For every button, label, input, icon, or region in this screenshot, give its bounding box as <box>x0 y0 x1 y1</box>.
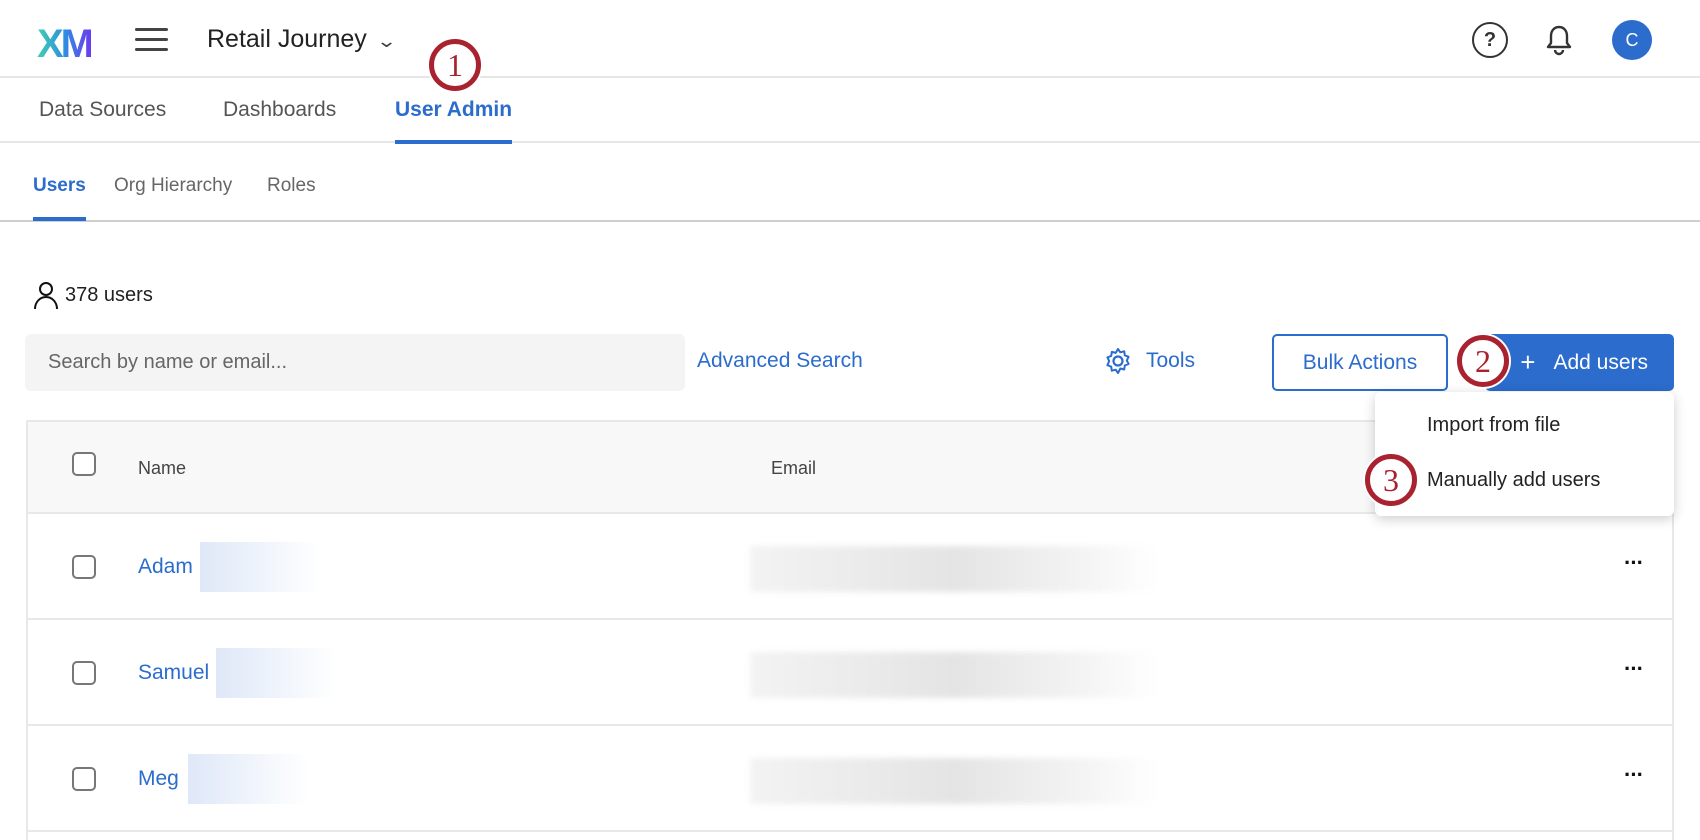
annotation-badge-1: 1 <box>429 39 481 91</box>
more-options-icon[interactable]: ··· <box>1624 656 1644 682</box>
more-options-icon[interactable]: ··· <box>1624 550 1644 576</box>
annotation-badge-2: 2 <box>1457 335 1509 387</box>
menu-item-manually-add-users[interactable]: Manually add users <box>1427 469 1600 492</box>
row-checkbox[interactable] <box>72 555 96 579</box>
main-tabs: Data Sources Dashboards User Admin <box>0 80 1700 144</box>
tab-user-admin[interactable]: User Admin <box>395 98 513 144</box>
top-bar: XM Retail Journey ⌄ ? C <box>0 0 1700 78</box>
avatar[interactable]: C <box>1612 20 1652 60</box>
select-all-checkbox[interactable] <box>72 452 96 476</box>
subtab-org-hierarchy[interactable]: Org Hierarchy <box>114 175 232 217</box>
user-count-text: 378 users <box>65 283 153 306</box>
column-name[interactable]: Name <box>138 458 186 479</box>
annotation-badge-3: 3 <box>1365 454 1417 506</box>
redacted-email <box>750 652 1160 698</box>
tools-button[interactable]: Tools <box>1104 347 1195 375</box>
row-checkbox[interactable] <box>72 661 96 685</box>
redacted-email <box>750 546 1160 592</box>
gear-icon <box>1106 348 1130 374</box>
redacted-email <box>750 758 1160 804</box>
tab-dashboards[interactable]: Dashboards <box>223 98 336 140</box>
tools-label: Tools <box>1146 349 1196 372</box>
plus-icon: + <box>1520 347 1536 377</box>
subtab-roles[interactable]: Roles <box>267 175 316 217</box>
user-name-link[interactable]: Meg <box>138 767 179 791</box>
bulk-actions-button[interactable]: Bulk Actions <box>1272 334 1448 391</box>
search-input[interactable] <box>25 334 685 391</box>
table-row: Samuel ··· <box>28 620 1672 726</box>
table-row: Meg ··· <box>28 726 1672 832</box>
row-checkbox[interactable] <box>72 767 96 791</box>
column-email[interactable]: Email <box>771 458 816 479</box>
user-name-link[interactable]: Adam <box>138 555 193 579</box>
tab-data-sources[interactable]: Data Sources <box>39 98 166 140</box>
project-selector[interactable]: Retail Journey ⌄ <box>207 25 397 54</box>
bell-icon[interactable] <box>1541 22 1577 58</box>
user-name-link[interactable]: Samuel <box>138 661 209 685</box>
add-users-label: Add users <box>1553 351 1648 374</box>
add-users-button[interactable]: + Add users <box>1485 334 1674 391</box>
xm-logo[interactable]: XM <box>37 22 94 67</box>
menu-item-import-from-file[interactable]: Import from file <box>1427 414 1560 437</box>
user-count: 378 users <box>33 280 153 310</box>
user-icon <box>34 282 58 310</box>
subtab-users[interactable]: Users <box>33 175 86 221</box>
sub-tabs: Users Org Hierarchy Roles <box>0 143 1700 222</box>
table-row: Adam ··· <box>28 514 1672 620</box>
more-options-icon[interactable]: ··· <box>1624 762 1644 788</box>
menu-icon[interactable] <box>135 28 168 51</box>
redacted-name <box>188 754 308 804</box>
help-icon[interactable]: ? <box>1472 22 1508 58</box>
redacted-name <box>200 542 320 592</box>
project-name: Retail Journey <box>207 25 367 53</box>
add-users-dropdown: Import from file Manually add users <box>1375 392 1674 516</box>
advanced-search-link[interactable]: Advanced Search <box>697 349 863 373</box>
chevron-down-icon: ⌄ <box>375 31 397 51</box>
redacted-name <box>216 648 336 698</box>
